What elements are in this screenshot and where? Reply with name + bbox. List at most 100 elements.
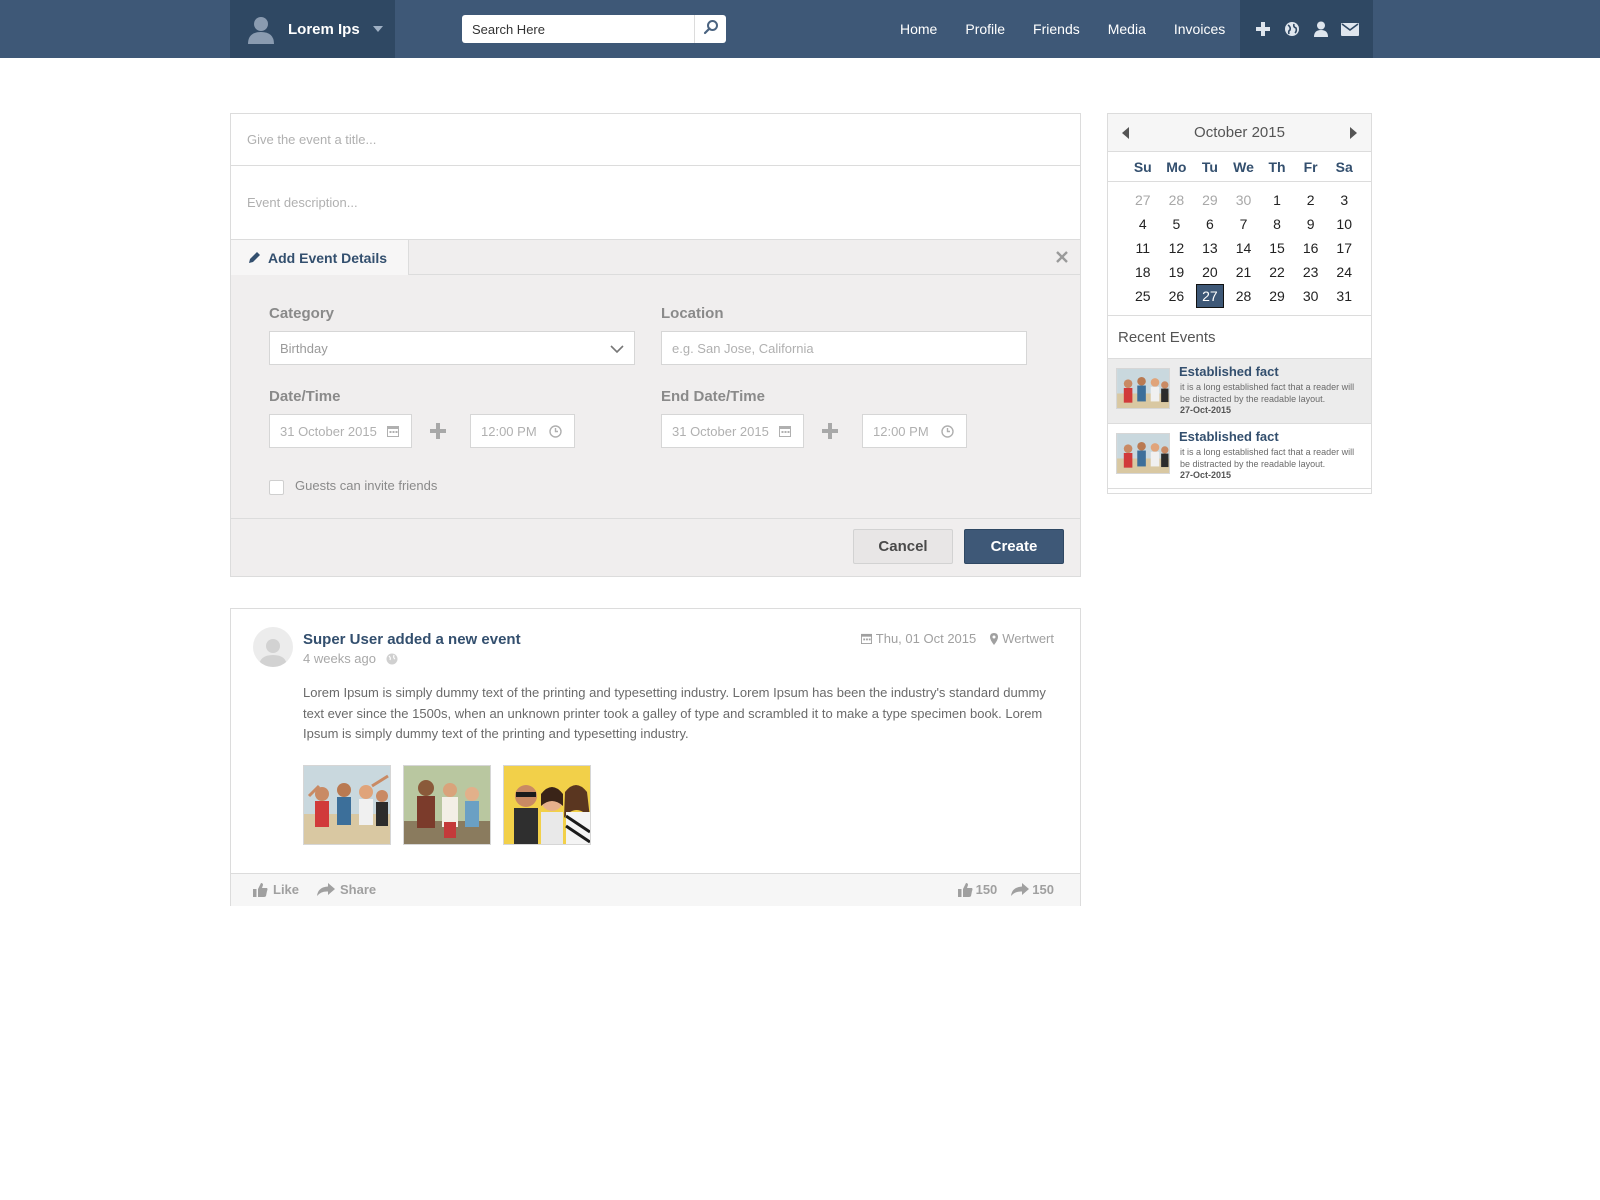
cancel-button[interactable]: Cancel	[853, 529, 953, 564]
globe-icon[interactable]	[1281, 18, 1303, 40]
calendar-day[interactable]: 6	[1193, 212, 1227, 236]
plus-icon[interactable]	[1252, 18, 1274, 40]
calendar-day[interactable]: 12	[1160, 236, 1194, 260]
recent-event-date: 27-Oct-2015	[1180, 470, 1232, 480]
nav-profile[interactable]: Profile	[965, 21, 1005, 37]
calendar-day[interactable]: 17	[1327, 236, 1361, 260]
start-date-value: 31 October 2015	[280, 423, 377, 439]
post-counts: 150 150	[944, 882, 1054, 897]
calendar-day[interactable]: 11	[1126, 236, 1160, 260]
user-icon[interactable]	[1310, 18, 1332, 40]
guests-invite-label: Guests can invite friends	[295, 478, 438, 493]
chevron-down-icon	[610, 342, 624, 357]
calendar-day[interactable]: 23	[1294, 260, 1328, 284]
plus-icon[interactable]	[430, 423, 446, 439]
post-title[interactable]: Super User added a new event	[303, 631, 521, 648]
calendar-day[interactable]: 30	[1227, 188, 1261, 212]
guests-invite-checkbox[interactable]	[269, 480, 284, 495]
nav-friends[interactable]: Friends	[1033, 21, 1080, 37]
calendar-day[interactable]: 24	[1327, 260, 1361, 284]
calendar-day[interactable]: 30	[1294, 284, 1328, 308]
calendar-day[interactable]: 5	[1160, 212, 1194, 236]
category-select[interactable]: Birthday	[269, 331, 635, 365]
tab-add-event-details[interactable]: Add Event Details	[231, 240, 409, 275]
avatar	[253, 627, 293, 667]
calendar-day[interactable]: 21	[1227, 260, 1261, 284]
calendar-day[interactable]: 8	[1260, 212, 1294, 236]
calendar-day[interactable]: 2	[1294, 188, 1328, 212]
user-menu[interactable]: Lorem Ips	[230, 0, 395, 58]
user-name: Lorem Ips	[288, 20, 360, 38]
list-item[interactable]: Established fact it is a long establishe…	[1108, 424, 1371, 489]
list-item[interactable]: Established fact it is a long establishe…	[1108, 359, 1371, 424]
calendar-day[interactable]: 13	[1193, 236, 1227, 260]
calendar-day[interactable]: 1	[1260, 188, 1294, 212]
post-body: Lorem Ipsum is simply dummy text of the …	[303, 685, 1046, 741]
calendar-day[interactable]: 16	[1294, 236, 1328, 260]
share-button[interactable]: Share	[317, 882, 376, 897]
post-location-text: Wertwert	[1002, 631, 1054, 646]
calendar-day[interactable]: 3	[1327, 188, 1361, 212]
calendar-day[interactable]: 18	[1126, 260, 1160, 284]
calendar-day[interactable]: 26	[1160, 284, 1194, 308]
event-description-input[interactable]	[247, 195, 1039, 210]
calendar-day[interactable]: 20	[1193, 260, 1227, 284]
event-title-input[interactable]	[247, 132, 1039, 147]
calendar-day[interactable]: 14	[1227, 236, 1261, 260]
category-label: Category	[269, 305, 335, 322]
post-date: Thu, 01 Oct 2015	[860, 631, 976, 646]
event-description-row	[231, 166, 1080, 240]
calendar-day[interactable]: 22	[1260, 260, 1294, 284]
close-icon[interactable]	[1054, 249, 1070, 265]
nav-home[interactable]: Home	[900, 21, 937, 37]
post-photos	[303, 765, 603, 845]
event-photo[interactable]	[503, 765, 591, 845]
calendar-grid: 27 28 29 30 1 2 3 4 5 6 7 8 9 10 11 12 13 14 15 16 17 18 19 20 2…	[1108, 182, 1371, 308]
calendar-day-number: 27	[1195, 284, 1224, 308]
nav-invoices[interactable]: Invoices	[1174, 21, 1225, 37]
event-photo[interactable]	[303, 765, 391, 845]
start-time-field[interactable]: 12:00 PM	[470, 414, 575, 448]
end-time-field[interactable]: 12:00 PM	[862, 414, 967, 448]
weekday: Tu	[1201, 158, 1218, 175]
share-count-value: 150	[1032, 882, 1054, 897]
calendar-day[interactable]: 7	[1227, 212, 1261, 236]
calendar-day[interactable]: 29	[1193, 188, 1227, 212]
plus-icon[interactable]	[822, 423, 838, 439]
like-button[interactable]: Like	[253, 882, 299, 897]
chevron-down-icon[interactable]	[373, 26, 383, 32]
chevron-left-icon[interactable]	[1122, 127, 1129, 139]
calendar-day[interactable]: 9	[1294, 212, 1328, 236]
location-input[interactable]	[672, 340, 991, 356]
end-date-field[interactable]: 31 October 2015	[661, 414, 804, 448]
nav-media[interactable]: Media	[1108, 21, 1146, 37]
calendar-day[interactable]: 19	[1160, 260, 1194, 284]
calendar-day[interactable]: 28	[1160, 188, 1194, 212]
end-time-value: 12:00 PM	[873, 423, 929, 439]
chevron-right-icon[interactable]	[1350, 127, 1357, 139]
calendar-day-today[interactable]: 27	[1193, 284, 1227, 308]
start-date-field[interactable]: 31 October 2015	[269, 414, 412, 448]
calendar-day[interactable]: 15	[1260, 236, 1294, 260]
start-time-value: 12:00 PM	[481, 423, 537, 439]
calendar-day[interactable]: 29	[1260, 284, 1294, 308]
event-details-tabbar: Add Event Details	[231, 240, 1080, 275]
calendar-day[interactable]: 25	[1126, 284, 1160, 308]
search-button[interactable]	[694, 15, 726, 43]
event-photo[interactable]	[403, 765, 491, 845]
calendar-day[interactable]: 31	[1327, 284, 1361, 308]
calendar-day[interactable]: 10	[1327, 212, 1361, 236]
create-button[interactable]: Create	[964, 529, 1064, 564]
search-input[interactable]	[462, 16, 692, 42]
recent-event-title[interactable]: Established fact	[1179, 364, 1279, 379]
calendar-day[interactable]: 27	[1126, 188, 1160, 212]
post-location[interactable]: Wertwert	[990, 631, 1054, 646]
calendar-weekdays: Su Mo Tu We Th Fr Sa	[1108, 152, 1371, 182]
calendar-day[interactable]: 4	[1126, 212, 1160, 236]
weekday: Su	[1133, 158, 1152, 175]
map-marker-icon	[990, 632, 999, 645]
calendar-day[interactable]: 28	[1227, 284, 1261, 308]
recent-event-text: it is a long established fact that a rea…	[1180, 382, 1355, 404]
recent-event-title[interactable]: Established fact	[1179, 429, 1279, 444]
mail-icon[interactable]	[1339, 18, 1361, 40]
